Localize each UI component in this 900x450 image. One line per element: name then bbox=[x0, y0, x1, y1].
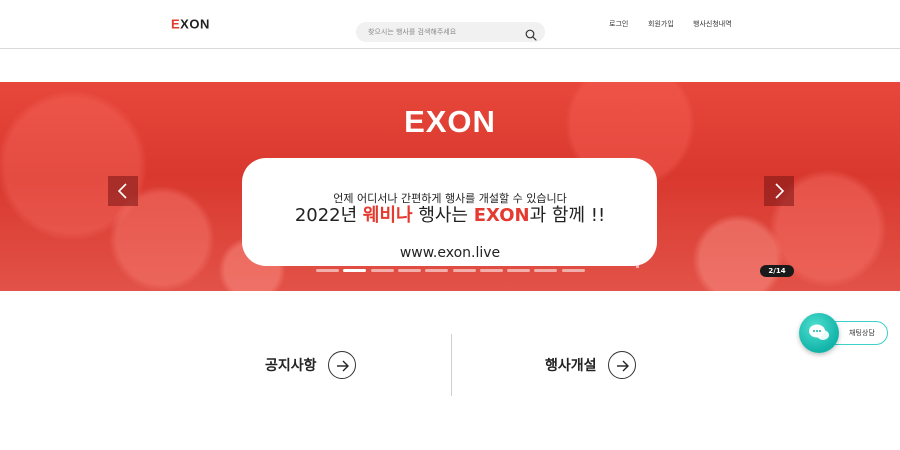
banner-next-button[interactable] bbox=[764, 176, 794, 206]
banner-url: www.exon.live bbox=[399, 245, 501, 261]
site-header: EXON 로그인 회원가입 행사신청내역 bbox=[0, 0, 900, 49]
site-logo[interactable]: EXON bbox=[171, 17, 210, 32]
slide-counter: 2/14 bbox=[760, 265, 794, 277]
arrow-right-icon bbox=[617, 360, 629, 372]
nav-login[interactable]: 로그인 bbox=[609, 19, 628, 29]
pagination-dot[interactable] bbox=[534, 269, 558, 272]
notice-link[interactable]: 공지사항 bbox=[265, 355, 317, 375]
create-event-arrow-button[interactable] bbox=[608, 351, 636, 379]
pagination-dot[interactable] bbox=[479, 269, 503, 272]
chat-consult-label[interactable]: 채팅상담 bbox=[849, 328, 875, 338]
search-bar bbox=[356, 22, 545, 42]
pagination-dot[interactable] bbox=[343, 269, 367, 272]
pagination-dot[interactable] bbox=[507, 269, 531, 272]
banner-logo: EXON bbox=[404, 104, 496, 139]
pagination-dot[interactable] bbox=[316, 269, 339, 272]
nav-signup[interactable]: 회원가입 bbox=[648, 19, 674, 29]
nav-event-history[interactable]: 행사신청내역 bbox=[693, 19, 732, 29]
chevron-right-icon bbox=[775, 183, 785, 199]
section-divider bbox=[451, 334, 452, 396]
search-input[interactable] bbox=[368, 24, 518, 40]
chat-bubble-icon[interactable] bbox=[799, 313, 839, 353]
pagination-dot[interactable] bbox=[370, 269, 394, 272]
create-event-link[interactable]: 행사개설 bbox=[545, 355, 597, 375]
pagination-dot[interactable] bbox=[561, 269, 585, 272]
banner-prev-button[interactable] bbox=[108, 176, 138, 206]
banner-headline: 2022년 웨비나 행사는 EXON과 함께 !! bbox=[294, 205, 606, 226]
pagination-dot[interactable] bbox=[425, 269, 449, 272]
pagination-dot[interactable] bbox=[452, 269, 476, 272]
search-icon[interactable] bbox=[525, 26, 537, 41]
arrow-right-icon bbox=[337, 360, 349, 372]
chevron-left-icon bbox=[117, 183, 127, 199]
notice-arrow-button[interactable] bbox=[328, 351, 356, 379]
pagination-dot[interactable] bbox=[397, 269, 421, 272]
